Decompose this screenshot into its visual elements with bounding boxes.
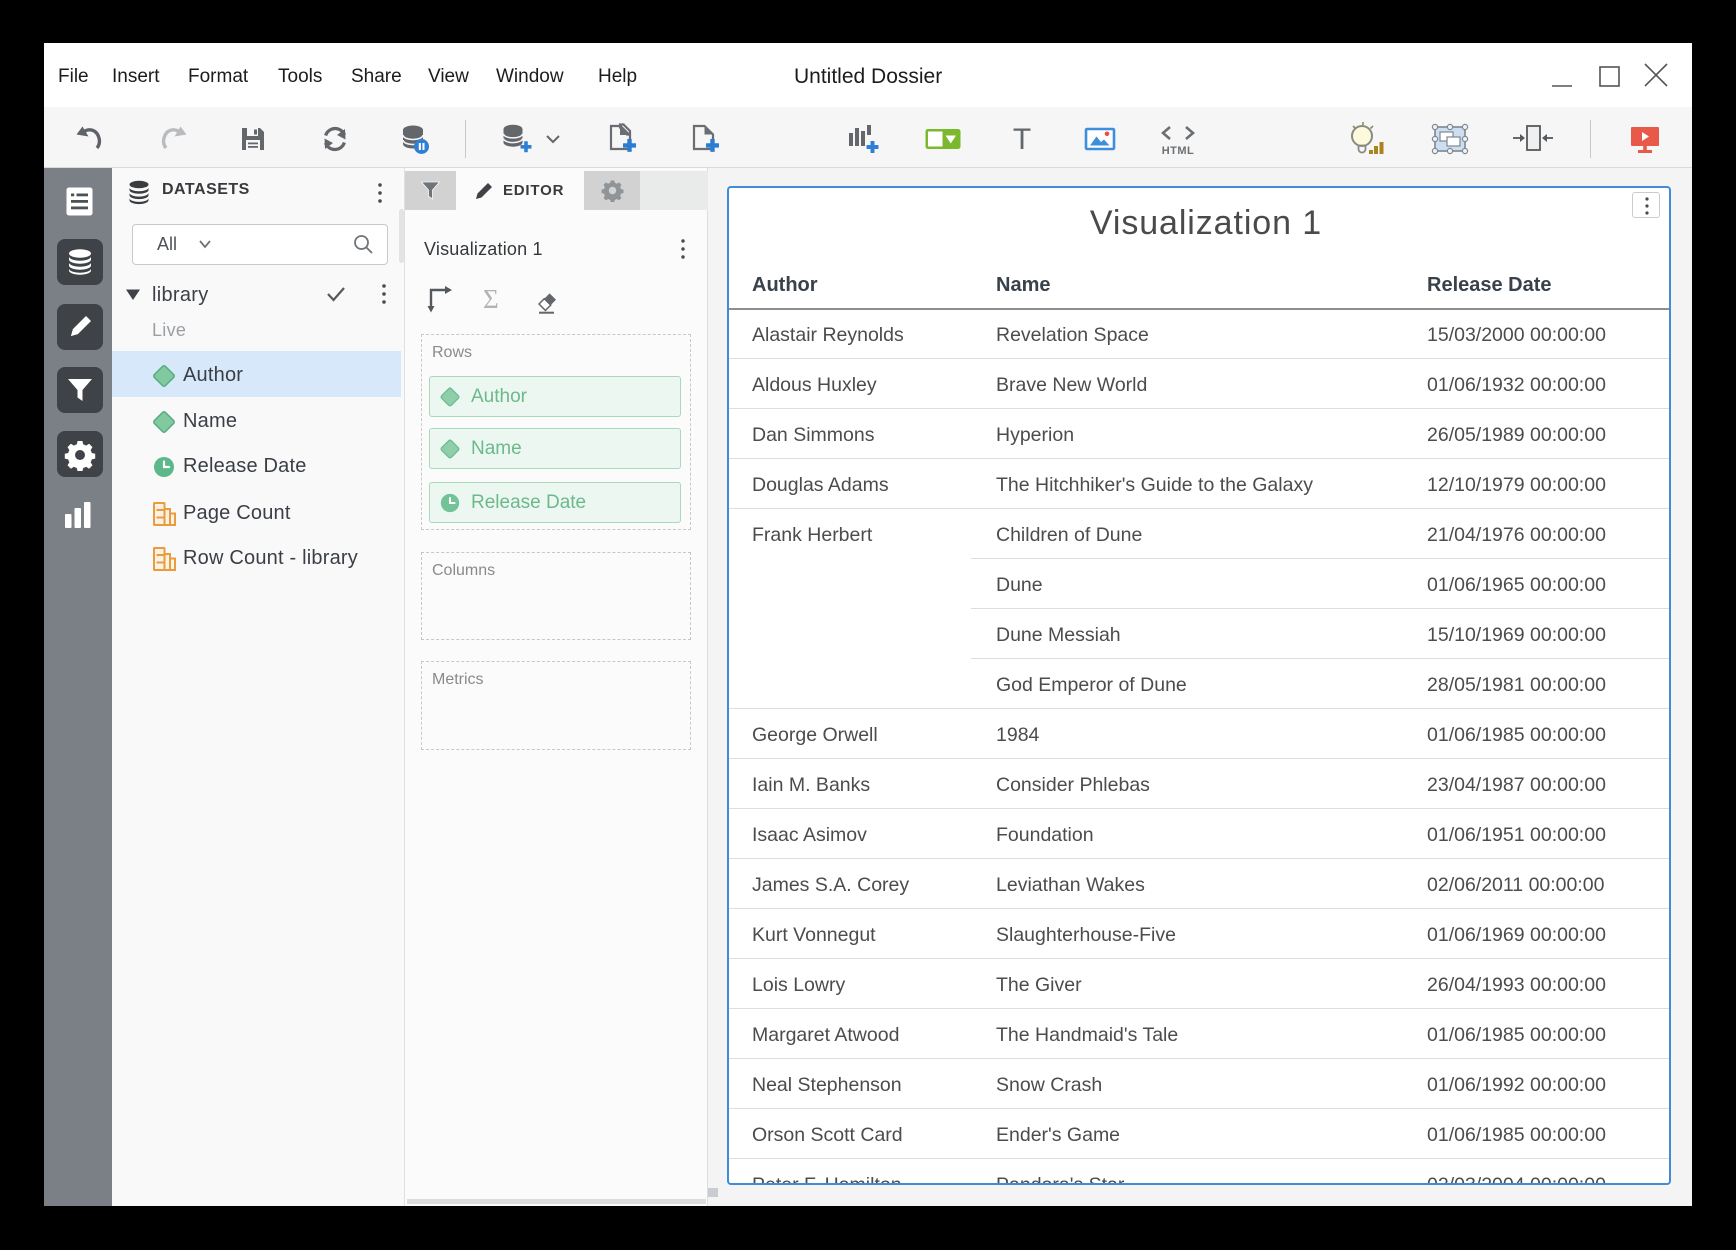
svg-text:T: T: [1013, 123, 1031, 156]
svg-text:HTML: HTML: [1162, 145, 1195, 157]
